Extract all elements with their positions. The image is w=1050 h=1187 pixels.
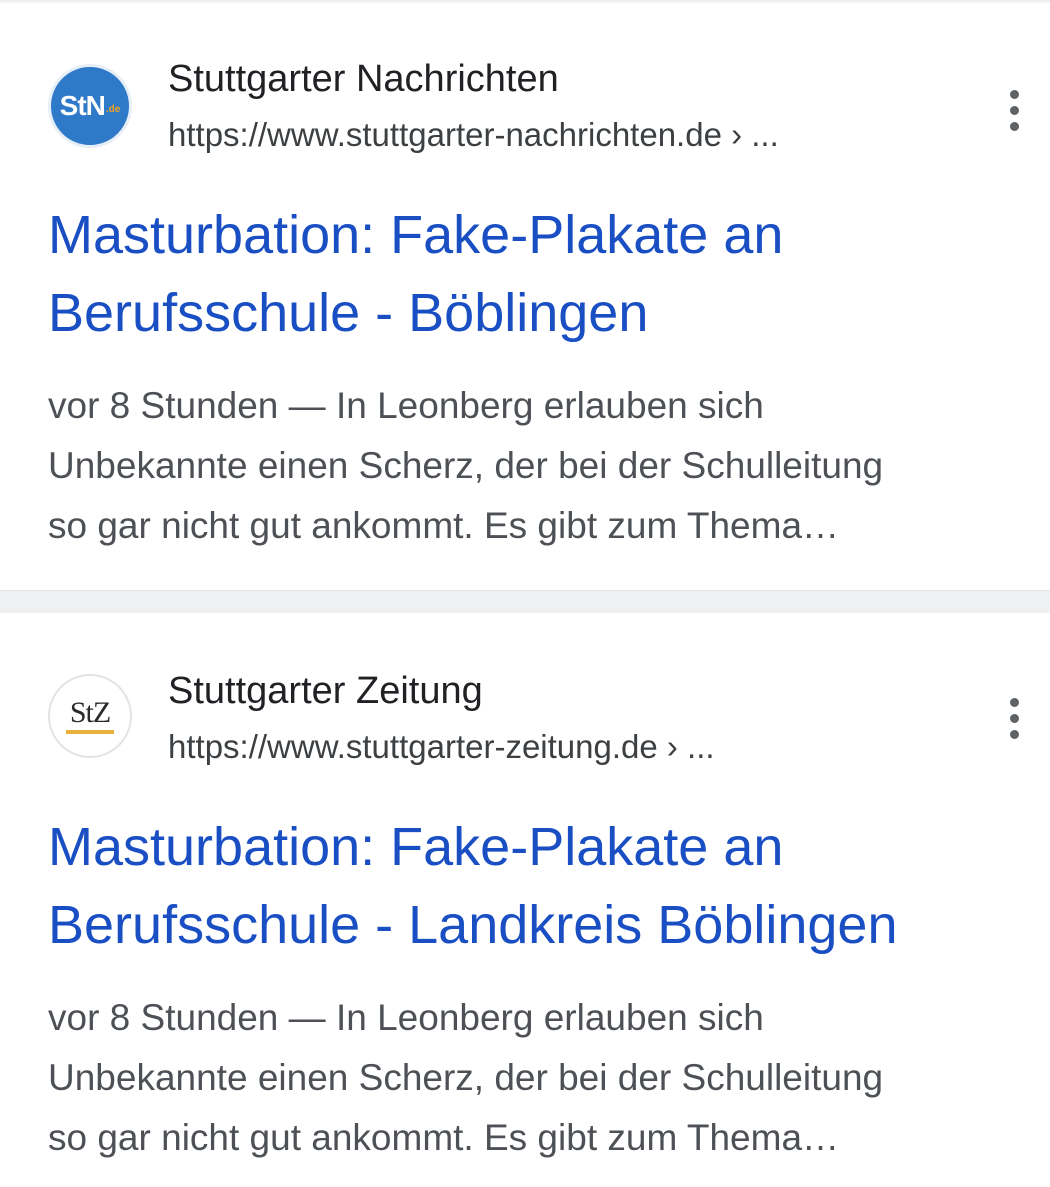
search-result-card: StZ Stuttgarter Zeitung https://www.stut… (0, 612, 1050, 1187)
site-url[interactable]: https://www.stuttgarter-zeitung.de › ... (168, 728, 715, 766)
more-vert-icon-dot (1009, 105, 1019, 115)
result-title-link[interactable]: Masturbation: Fake-Plakate an Berufsschu… (48, 196, 1028, 352)
title-line: Masturbation: Fake-Plakate an (48, 817, 784, 877)
snippet-line: vor 8 Stunden — In Leonberg erlauben sic… (48, 997, 764, 1038)
more-options-button[interactable] (994, 688, 1034, 748)
snippet-line: Unbekannte einen Scherz, der bei der Sch… (48, 445, 884, 486)
more-vert-icon-dot (1009, 89, 1019, 99)
more-vert-icon-dot (1009, 713, 1019, 723)
site-url[interactable]: https://www.stuttgarter-nachrichten.de ›… (168, 116, 779, 154)
favicon-text: StZ (69, 696, 111, 729)
search-results-page: StN .de Stuttgarter Nachrichten https://w… (0, 0, 1050, 1187)
snippet-line: vor 8 Stunden — In Leonberg erlauben sic… (48, 385, 764, 426)
title-line: Berufsschule - Landkreis Böblingen (48, 895, 898, 955)
more-vert-icon-dot (1009, 729, 1019, 739)
site-name[interactable]: Stuttgarter Zeitung (168, 670, 483, 713)
more-vert-icon-dot (1009, 697, 1019, 707)
snippet-line: so gar nicht gut ankommt. Es gibt zum Th… (48, 505, 840, 546)
more-options-button[interactable] (994, 80, 1034, 140)
more-vert-icon-dot (1009, 121, 1019, 131)
result-divider (0, 590, 1050, 613)
title-line: Berufsschule - Böblingen (48, 283, 649, 343)
favicon-suffix: .de (105, 103, 121, 115)
snippet-line: so gar nicht gut ankommt. Es gibt zum Th… (48, 1117, 840, 1158)
snippet-line: Unbekannte einen Scherz, der bei der Sch… (48, 1057, 884, 1098)
search-result-card: StN .de Stuttgarter Nachrichten https://w… (0, 0, 1050, 590)
result-snippet: vor 8 Stunden — In Leonberg erlauben sic… (48, 376, 1008, 556)
site-name[interactable]: Stuttgarter Nachrichten (168, 58, 559, 101)
result-snippet: vor 8 Stunden — In Leonberg erlauben sic… (48, 988, 1008, 1168)
result-title-link[interactable]: Masturbation: Fake-Plakate an Berufsschu… (48, 808, 1028, 964)
stuttgarter-nachrichten-favicon[interactable]: StN .de (48, 64, 132, 148)
favicon-text: StN (59, 90, 106, 121)
stuttgarter-zeitung-favicon[interactable]: StZ (48, 674, 132, 758)
favicon-underline (66, 730, 114, 734)
title-line: Masturbation: Fake-Plakate an (48, 205, 784, 265)
